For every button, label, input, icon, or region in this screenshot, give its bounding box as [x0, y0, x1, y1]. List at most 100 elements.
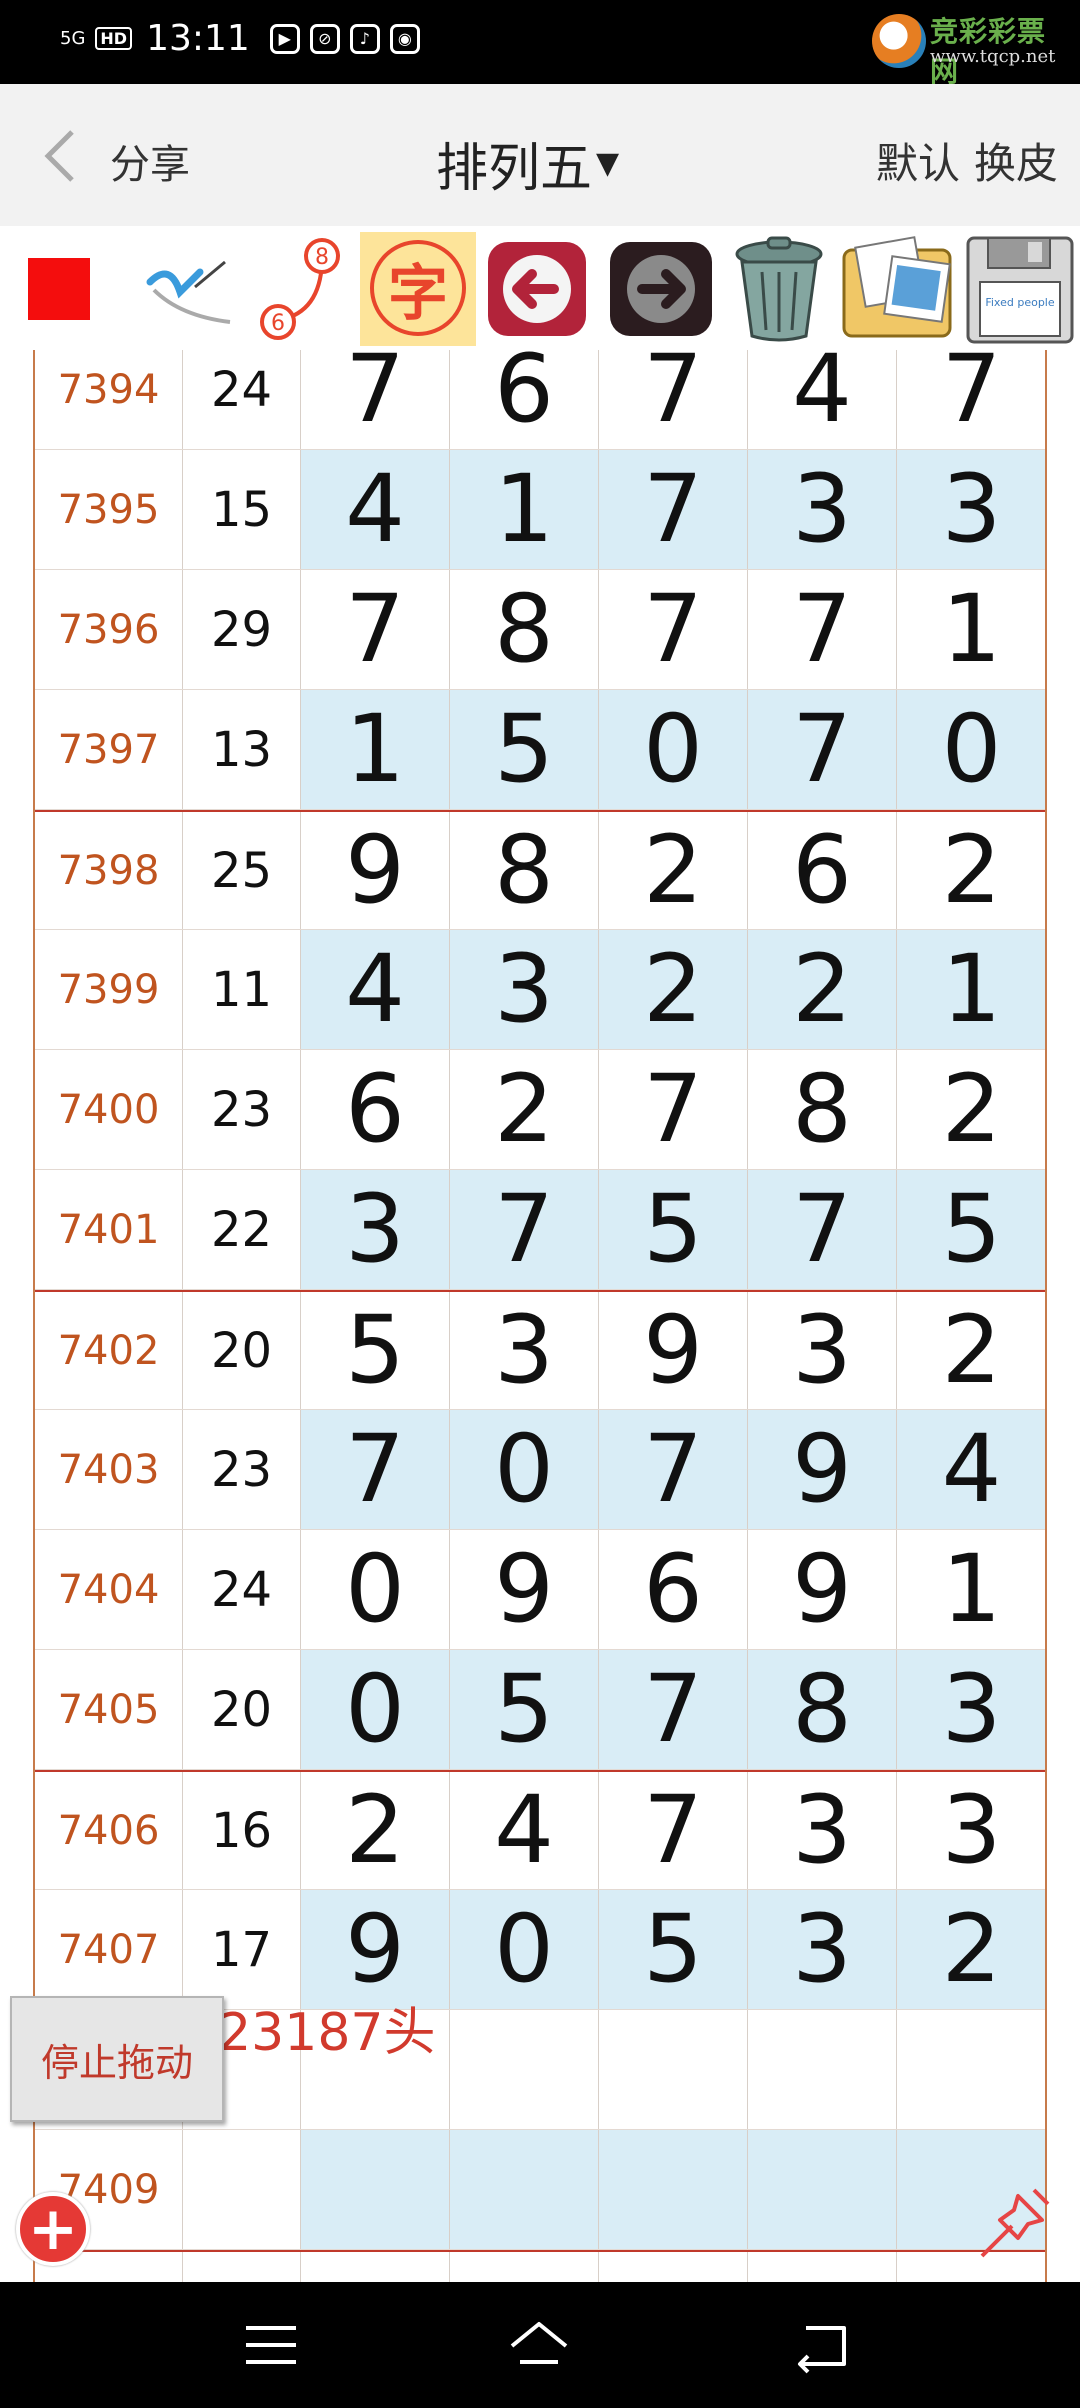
picture-icon[interactable]: [838, 232, 956, 346]
digit-cell-2[interactable]: 8: [450, 812, 599, 929]
share-button[interactable]: 分享: [110, 132, 190, 190]
trash-icon[interactable]: [722, 232, 836, 346]
digit-cell-5[interactable]: 1: [897, 1530, 1045, 1649]
redo-arrow-icon[interactable]: [606, 232, 716, 346]
digit-cell-2[interactable]: 0: [450, 1410, 599, 1529]
table-row[interactable]: 7409: [35, 2130, 1045, 2250]
digit-cell-2[interactable]: 7: [450, 1170, 599, 1289]
character-tool-button[interactable]: 字: [360, 232, 476, 346]
digit-cell-4[interactable]: 6: [748, 812, 897, 929]
digit-cell-5[interactable]: 7: [897, 350, 1045, 449]
color-swatch-button[interactable]: [28, 258, 90, 320]
digit-cell-1[interactable]: 4: [301, 930, 450, 1049]
digit-cell-4[interactable]: 7: [748, 1170, 897, 1289]
digit-cell-4[interactable]: 3: [748, 1890, 897, 2009]
table-row[interactable]: 7397 13 1 5 0 7 0: [35, 690, 1045, 810]
digit-cell-4[interactable]: 3: [748, 450, 897, 569]
digit-cell-2[interactable]: 1: [450, 450, 599, 569]
digit-cell-2[interactable]: 5: [450, 1650, 599, 1769]
menu-icon[interactable]: [238, 2312, 304, 2378]
digit-cell-3[interactable]: 7: [599, 1050, 748, 1169]
digit-cell-1[interactable]: 1: [301, 690, 450, 809]
digit-cell-5[interactable]: 3: [897, 1650, 1045, 1769]
digit-cell-3[interactable]: 0: [599, 690, 748, 809]
digit-cell-5[interactable]: 2: [897, 1050, 1045, 1169]
digit-cell-1[interactable]: 7: [301, 570, 450, 689]
table-row[interactable]: 7401 22 3 7 5 7 5: [35, 1170, 1045, 1290]
digit-cell-1[interactable]: [301, 2252, 450, 2282]
digit-cell-3[interactable]: 2: [599, 812, 748, 929]
chevron-left-icon[interactable]: [40, 128, 80, 184]
digit-cell-1[interactable]: 0: [301, 1530, 450, 1649]
digit-cell-2[interactable]: 3: [450, 930, 599, 1049]
table-row[interactable]: 7402 20 5 3 9 3 2: [35, 1290, 1045, 1410]
digit-cell-1[interactable]: 2: [301, 1772, 450, 1889]
digit-cell-1[interactable]: 6: [301, 1050, 450, 1169]
digit-cell-4[interactable]: [748, 2130, 897, 2249]
digit-cell-5[interactable]: 0: [897, 690, 1045, 809]
digit-cell-4[interactable]: 7: [748, 690, 897, 809]
digit-cell-1[interactable]: 4: [301, 450, 450, 569]
digit-cell-2[interactable]: 8: [450, 570, 599, 689]
digit-cell-5[interactable]: 3: [897, 450, 1045, 569]
home-icon[interactable]: [506, 2312, 572, 2378]
back-icon[interactable]: [790, 2312, 856, 2378]
digit-cell-4[interactable]: 9: [748, 1410, 897, 1529]
table-row[interactable]: [35, 2250, 1045, 2282]
table-row[interactable]: 7406 16 2 4 7 3 3: [35, 1770, 1045, 1890]
skin-button[interactable]: 换皮: [974, 130, 1058, 191]
digit-cell-3[interactable]: 5: [599, 1170, 748, 1289]
table-row[interactable]: 7403 23 7 0 7 9 4: [35, 1410, 1045, 1530]
pen-check-icon[interactable]: [140, 232, 240, 346]
digit-cell-5[interactable]: [897, 2010, 1045, 2129]
digit-cell-4[interactable]: 2: [748, 930, 897, 1049]
undo-arrow-icon[interactable]: [484, 232, 590, 346]
digit-cell-5[interactable]: 2: [897, 812, 1045, 929]
digit-cell-2[interactable]: 4: [450, 1772, 599, 1889]
stop-drag-button[interactable]: 停止拖动: [10, 1996, 224, 2122]
digit-cell-2[interactable]: [450, 2010, 599, 2129]
digit-cell-2[interactable]: 2: [450, 1050, 599, 1169]
digit-cell-3[interactable]: 2: [599, 930, 748, 1049]
digit-cell-4[interactable]: [748, 2252, 897, 2282]
title-dropdown[interactable]: 排列五 ▼: [436, 126, 619, 201]
digit-cell-1[interactable]: 3: [301, 1170, 450, 1289]
digit-cell-3[interactable]: 7: [599, 1650, 748, 1769]
digit-cell-1[interactable]: 0: [301, 1650, 450, 1769]
digit-cell-4[interactable]: 7: [748, 570, 897, 689]
digit-cell-1[interactable]: 5: [301, 1292, 450, 1409]
digit-cell-1[interactable]: 7: [301, 1410, 450, 1529]
floppy-save-icon[interactable]: Fixed people: [962, 232, 1078, 346]
number-sequence-icon[interactable]: 8 6: [250, 232, 350, 346]
digit-cell-2[interactable]: 3: [450, 1292, 599, 1409]
digit-cell-1[interactable]: 9: [301, 812, 450, 929]
table-row[interactable]: 7398 25 9 8 2 6 2: [35, 810, 1045, 930]
table-row[interactable]: 7394 24 7 6 7 4 7: [35, 350, 1045, 450]
digit-cell-2[interactable]: [450, 2252, 599, 2282]
digit-cell-2[interactable]: 6: [450, 350, 599, 449]
digit-cell-4[interactable]: 9: [748, 1530, 897, 1649]
add-button[interactable]: +: [16, 2192, 90, 2266]
digit-cell-5[interactable]: 3: [897, 1772, 1045, 1889]
digit-cell-3[interactable]: 7: [599, 570, 748, 689]
digit-cell-2[interactable]: 5: [450, 690, 599, 809]
digit-cell-5[interactable]: 4: [897, 1410, 1045, 1529]
digit-cell-4[interactable]: 8: [748, 1650, 897, 1769]
table-row[interactable]: 7404 24 0 9 6 9 1: [35, 1530, 1045, 1650]
digit-cell-3[interactable]: 7: [599, 1410, 748, 1529]
table-row[interactable]: 7396 29 7 8 7 7 1: [35, 570, 1045, 690]
digit-cell-2[interactable]: 9: [450, 1530, 599, 1649]
digit-cell-2[interactable]: 0: [450, 1890, 599, 2009]
table-row[interactable]: 7395 15 4 1 7 3 3: [35, 450, 1045, 570]
digit-cell-3[interactable]: [599, 2130, 748, 2249]
digit-cell-3[interactable]: 7: [599, 1772, 748, 1889]
digit-cell-4[interactable]: [748, 2010, 897, 2129]
digit-cell-2[interactable]: [450, 2130, 599, 2249]
table-row[interactable]: 7400 23 6 2 7 8 2: [35, 1050, 1045, 1170]
digit-cell-3[interactable]: 7: [599, 450, 748, 569]
digit-cell-5[interactable]: 1: [897, 570, 1045, 689]
table-row[interactable]: 7405 20 0 5 7 8 3: [35, 1650, 1045, 1770]
digit-cell-5[interactable]: 5: [897, 1170, 1045, 1289]
digit-cell-3[interactable]: 9: [599, 1292, 748, 1409]
digit-cell-5[interactable]: 2: [897, 1890, 1045, 2009]
